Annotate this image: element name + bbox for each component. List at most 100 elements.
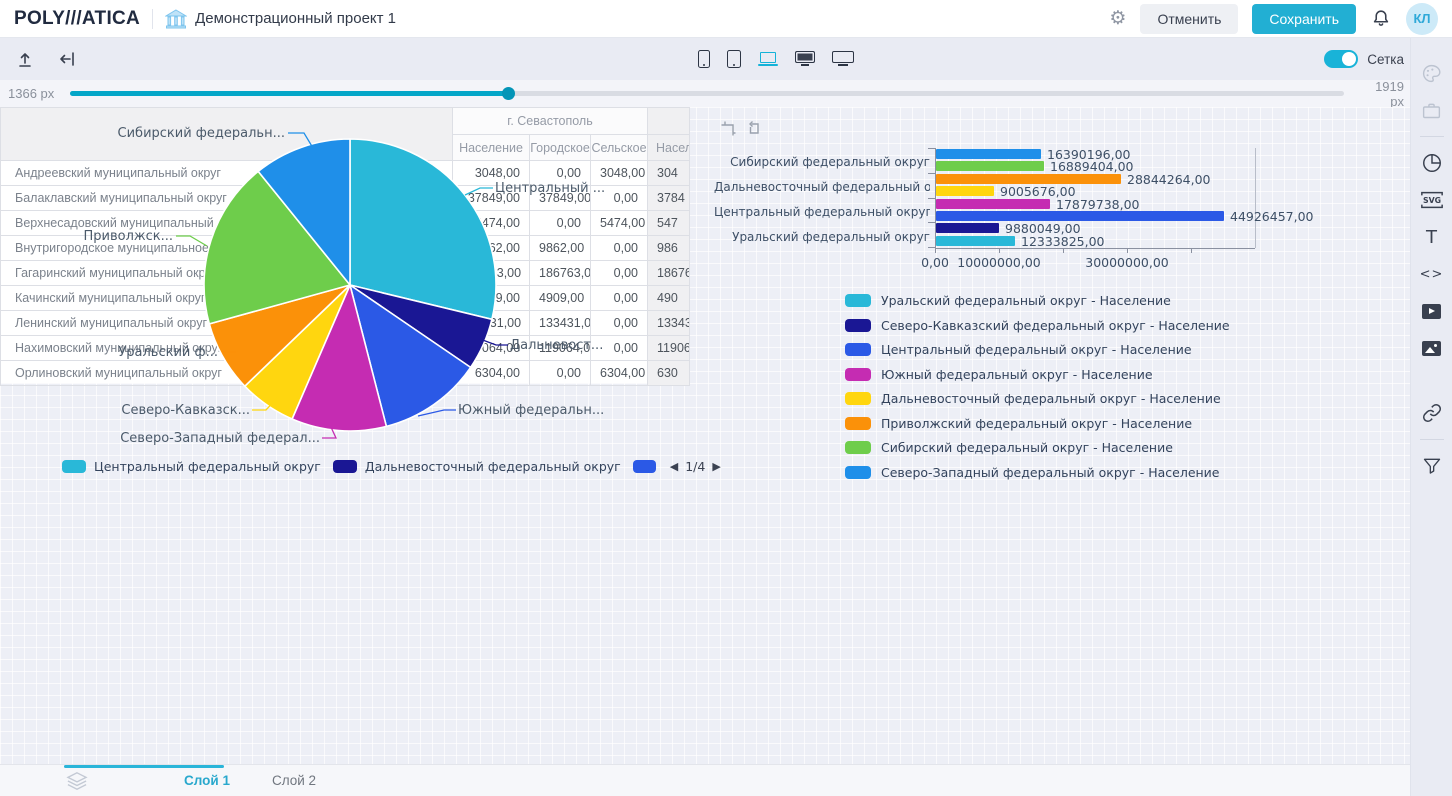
bar-3[interactable] [936, 186, 994, 196]
bar-2[interactable] [936, 174, 1121, 184]
pie-legend-items: Центральный федеральный округ Дальневосто… [62, 459, 656, 474]
bar-legend-item-4[interactable]: Дальневосточный федеральный округ - Насе… [845, 391, 1230, 406]
upload-icon[interactable] [16, 50, 34, 68]
header-divider [152, 9, 153, 29]
filter-icon[interactable] [1419, 453, 1445, 479]
crop-icon[interactable] [720, 120, 737, 137]
bar-chart-legend: Уральский федеральный округ - Население С… [845, 293, 1230, 480]
y-axis-tick [928, 222, 935, 223]
pie-legend-item-0[interactable]: Центральный федеральный округ [62, 459, 321, 474]
table-hscrollbar-thumb[interactable] [64, 765, 224, 768]
grid-toggle[interactable] [1324, 50, 1358, 68]
bar-legend-item-2[interactable]: Центральный федеральный округ - Населени… [845, 342, 1230, 357]
legend-label: Уральский федеральный округ - Население [881, 293, 1171, 308]
tab-layer-1[interactable]: Слой 1 [184, 773, 230, 788]
settings-gear-icon[interactable]: ⚙ [1109, 9, 1126, 28]
grid-toggle-label: Сетка [1367, 52, 1404, 67]
bar-5[interactable] [936, 211, 1224, 221]
sidebar-divider [1420, 136, 1444, 137]
pie-label-0: Центральный ... [495, 181, 605, 196]
pie-chart: Центральный ...Дальневост...Южный федера… [48, 113, 696, 453]
widgets-sidebar: SVG T <> [1410, 38, 1452, 796]
video-widget-icon[interactable] [1419, 298, 1445, 324]
device-phone-icon[interactable] [698, 50, 710, 68]
x-tick-label: 30000000,00 [1085, 255, 1169, 270]
bar-legend-item-1[interactable]: Северо-Кавказский федеральный округ - На… [845, 318, 1230, 333]
bar-chart-widget: 16390196,0016889404,0028844264,009005676… [714, 117, 1314, 579]
palette-icon [1419, 60, 1445, 86]
app-screen: POLY///ATICA Демонстрационный проект 1 ⚙… [0, 0, 1452, 796]
save-button[interactable]: Сохранить [1252, 4, 1356, 34]
cancel-button[interactable]: Отменить [1140, 4, 1238, 34]
width-slider[interactable] [70, 91, 1344, 96]
bar-0[interactable] [936, 149, 1041, 159]
text-widget-icon[interactable]: T [1419, 224, 1445, 250]
legend-swatch [333, 460, 357, 473]
x-tick-label: 0,00 [921, 255, 949, 270]
editor-toolbar: Сетка [0, 38, 1452, 80]
project-title: Демонстрационный проект 1 [195, 10, 396, 27]
legend-label: Дальневосточный федеральный округ - Насе… [881, 391, 1221, 406]
bar-chart-plot: 16390196,0016889404,0028844264,009005676… [714, 145, 1314, 285]
bar-value-5: 44926457,00 [1230, 209, 1314, 224]
collapse-left-icon[interactable] [58, 50, 76, 68]
link-icon[interactable] [1419, 400, 1445, 426]
bar-6[interactable] [936, 223, 999, 233]
legend-swatch [845, 368, 871, 381]
x-axis-tick [999, 248, 1000, 253]
bar-legend-item-5[interactable]: Приволжский федеральный округ - Населени… [845, 416, 1230, 431]
chart-widget-icon[interactable] [1419, 150, 1445, 176]
y-axis-tick [928, 173, 935, 174]
dashboard-canvas: Центральный ... Дальневост... Южный федера… [0, 107, 1410, 764]
bar-category-label-2: Центральный федеральный округ [714, 205, 930, 219]
bar-4[interactable] [936, 199, 1050, 209]
pie-legend-item-1[interactable]: Дальневосточный федеральный округ [333, 459, 621, 474]
slider-thumb[interactable] [502, 87, 515, 100]
slider-fill [70, 91, 508, 96]
bar-legend-item-3[interactable]: Южный федеральный округ - Население [845, 367, 1230, 382]
svg-widget-icon[interactable]: SVG [1419, 187, 1445, 213]
bar-legend-item-6[interactable]: Сибирский федеральный округ - Население [845, 440, 1230, 455]
legend-swatch [633, 460, 656, 473]
bar-legend-item-7[interactable]: Северо-Западный федеральный округ - Насе… [845, 465, 1230, 480]
device-tablet-icon[interactable] [727, 50, 741, 68]
pie-label-1: Дальневост... [510, 338, 603, 353]
device-desktop-icon[interactable] [795, 51, 815, 67]
legend-label: Приволжский федеральный округ - Населени… [881, 416, 1192, 431]
pie-label-3: Северо-Западный федерал... [120, 431, 320, 446]
device-tv-icon[interactable] [832, 51, 854, 67]
user-avatar[interactable]: КЛ [1406, 3, 1438, 35]
legend-swatch [845, 441, 871, 454]
svg-badge-text: SVG [1422, 196, 1440, 205]
bar-1[interactable] [936, 161, 1044, 171]
legend-label: Северо-Западный федеральный округ - Насе… [881, 465, 1220, 480]
bar-category-label-0: Сибирский федеральный округ [714, 155, 930, 169]
legend-prev-icon[interactable]: ◀ [670, 460, 678, 473]
legend-swatch [845, 392, 871, 405]
legend-swatch [845, 417, 871, 430]
legend-label: Дальневосточный федеральный округ [365, 459, 621, 474]
x-axis-tick [1063, 248, 1064, 253]
legend-swatch [845, 294, 871, 307]
legend-label: Центральный федеральный округ - Населени… [881, 342, 1192, 357]
bar-value-2: 28844264,00 [1127, 172, 1211, 187]
pie-legend-item-2[interactable] [633, 459, 656, 474]
y-axis-tick [928, 247, 935, 248]
notifications-bell-icon[interactable] [1370, 8, 1392, 30]
image-widget-icon[interactable] [1419, 335, 1445, 361]
undo-box-icon[interactable] [746, 120, 763, 137]
bar-category-label-3: Уральский федеральный округ [714, 230, 930, 244]
pie-label-6: Приволжск... [83, 229, 173, 244]
bar-7[interactable] [936, 236, 1015, 246]
code-widget-icon[interactable]: <> [1419, 261, 1445, 287]
tab-layer-2[interactable]: Слой 2 [272, 773, 316, 788]
polymatica-logo: POLY///ATICA [14, 8, 140, 30]
layers-bar: Слой 1 Слой 2 [0, 764, 1410, 796]
widget-drawer-icon [1419, 97, 1445, 123]
legend-swatch [62, 460, 86, 473]
pie-label-5: Уральский ф... [118, 345, 218, 360]
bar-legend-item-0[interactable]: Уральский федеральный округ - Население [845, 293, 1230, 308]
layers-icon[interactable] [66, 771, 88, 791]
bar-value-1: 16889404,00 [1050, 159, 1134, 174]
device-laptop-icon[interactable] [758, 52, 778, 67]
